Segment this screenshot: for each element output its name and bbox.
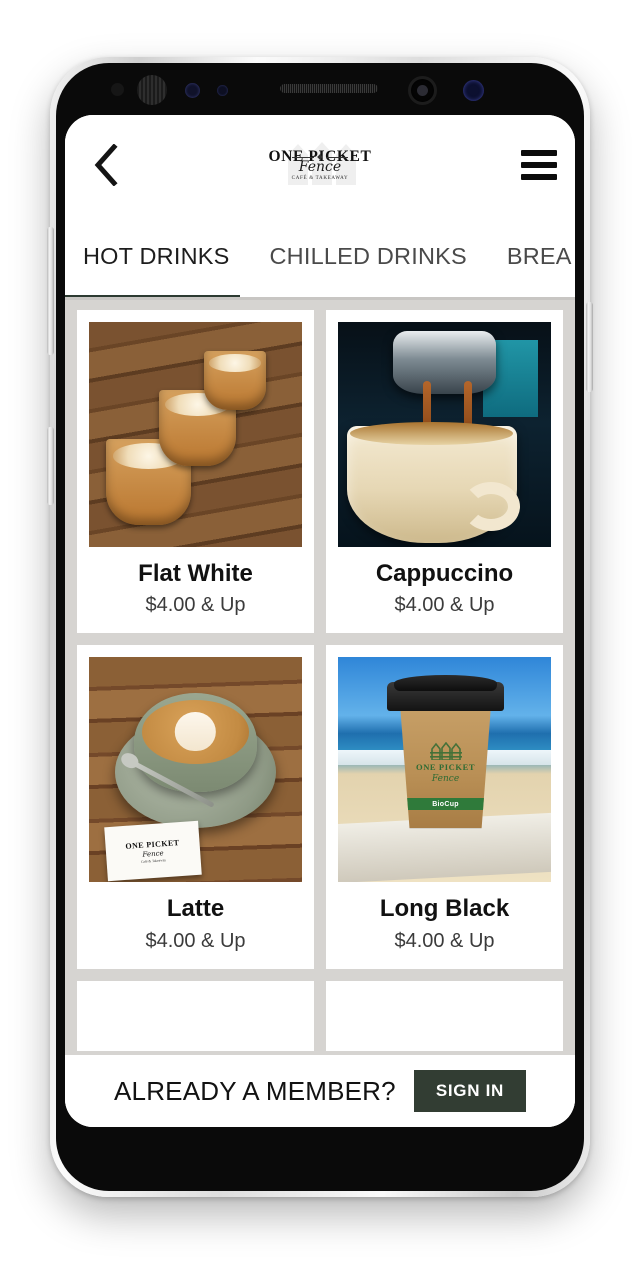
product-name: Long Black xyxy=(379,895,510,923)
hamburger-menu-icon-bar xyxy=(521,150,557,156)
cup-lid-in-photo xyxy=(386,674,505,712)
logo-lockup: ONE PICKET Fence CAFÉ & TAKEAWAY xyxy=(262,139,378,191)
iris-scanner-icon xyxy=(137,75,167,105)
phone-screen: ONE PICKET Fence CAFÉ & TAKEAWAY HOT DRI… xyxy=(65,115,575,1127)
led-indicator-icon xyxy=(463,80,484,101)
product-card-long-black[interactable]: ONE PICKET Fence BioCup Long Black $4.00… xyxy=(326,645,563,969)
tab-chilled-drinks[interactable]: CHILLED DRINKS xyxy=(270,215,489,297)
business-card-line-2: Fence xyxy=(142,848,164,859)
tab-hot-drinks[interactable]: HOT DRINKS xyxy=(65,215,252,297)
hamburger-menu-icon-bar xyxy=(521,174,557,180)
product-image-cappuccino xyxy=(338,322,551,547)
sign-in-button[interactable]: SIGN IN xyxy=(413,1070,526,1112)
picket-fence-crest-icon xyxy=(429,741,463,761)
cup-band-label: BioCup xyxy=(432,800,459,808)
proximity-sensor-icon xyxy=(111,83,124,96)
product-grid: Flat White $4.00 & Up Cappuccino $4.00 &… xyxy=(77,310,563,1051)
cup-logo-line-2: Fence xyxy=(431,774,460,785)
earpiece-speaker-icon xyxy=(280,84,378,93)
product-grid-scroll-area[interactable]: Flat White $4.00 & Up Cappuccino $4.00 &… xyxy=(65,300,575,1055)
product-card-partial[interactable] xyxy=(77,980,314,1051)
cup-band: BioCup xyxy=(399,798,492,811)
product-price: $4.00 & Up xyxy=(394,929,495,952)
power-button[interactable] xyxy=(586,302,593,392)
phone-device-frame: ONE PICKET Fence CAFÉ & TAKEAWAY HOT DRI… xyxy=(47,57,593,1197)
tab-label: CHILLED DRINKS xyxy=(269,242,467,269)
takeaway-cup-in-photo: ONE PICKET Fence BioCup xyxy=(399,697,492,829)
brand-logo: ONE PICKET Fence CAFÉ & TAKEAWAY xyxy=(129,139,511,191)
business-card-line-1: ONE PICKET xyxy=(125,837,180,851)
volume-button[interactable] xyxy=(47,227,54,355)
app-container: ONE PICKET Fence CAFÉ & TAKEAWAY HOT DRI… xyxy=(65,115,575,1127)
product-name: Flat White xyxy=(138,560,253,587)
product-price: $4.00 & Up xyxy=(145,594,246,617)
cup-logo-line-1: ONE PICKET xyxy=(415,762,476,773)
tab-label: HOT DRINKS xyxy=(83,242,230,269)
product-card-latte[interactable]: ONE PICKET Fence Café & Takeaway Latte $… xyxy=(77,645,314,969)
hamburger-menu-button[interactable] xyxy=(511,142,557,188)
product-price: $4.00 & Up xyxy=(145,929,246,952)
member-prompt-bar: ALREADY A MEMBER? SIGN IN xyxy=(65,1055,575,1127)
category-tab-bar[interactable]: HOT DRINKS CHILLED DRINKS BREA xyxy=(65,215,575,300)
product-card-partial[interactable] xyxy=(326,980,563,1051)
member-prompt-text: ALREADY A MEMBER? xyxy=(114,1075,396,1106)
chevron-left-icon xyxy=(93,144,119,186)
tab-label: BREA xyxy=(506,242,572,269)
bixby-button[interactable] xyxy=(47,427,54,505)
product-image-flat-white xyxy=(89,322,302,547)
light-sensor-icon xyxy=(217,85,228,96)
logo-subtitle: CAFÉ & TAKEAWAY xyxy=(291,176,349,182)
screenshot-canvas: ONE PICKET Fence CAFÉ & TAKEAWAY HOT DRI… xyxy=(0,0,640,1280)
ir-emitter-icon xyxy=(185,83,200,98)
product-name: Latte xyxy=(166,895,225,923)
business-card-line-3: Café & Takeaway xyxy=(140,857,167,864)
front-camera-icon xyxy=(408,76,437,105)
product-price: $4.00 & Up xyxy=(394,594,495,617)
app-bar: ONE PICKET Fence CAFÉ & TAKEAWAY xyxy=(65,115,575,215)
product-image-long-black: ONE PICKET Fence BioCup xyxy=(338,657,551,883)
hamburger-menu-icon-bar xyxy=(521,162,557,168)
product-name: Cappuccino xyxy=(375,560,514,587)
phone-top-bezel xyxy=(65,57,575,115)
product-card-flat-white[interactable]: Flat White $4.00 & Up xyxy=(77,310,314,634)
logo-script-text: Fence xyxy=(298,159,342,176)
product-image-latte: ONE PICKET Fence Café & Takeaway xyxy=(89,657,302,883)
back-button[interactable] xyxy=(83,142,129,188)
business-card-in-photo: ONE PICKET Fence Café & Takeaway xyxy=(104,820,202,882)
product-card-cappuccino[interactable]: Cappuccino $4.00 & Up xyxy=(326,310,563,634)
tab-breakfast[interactable]: BREA xyxy=(507,215,575,297)
